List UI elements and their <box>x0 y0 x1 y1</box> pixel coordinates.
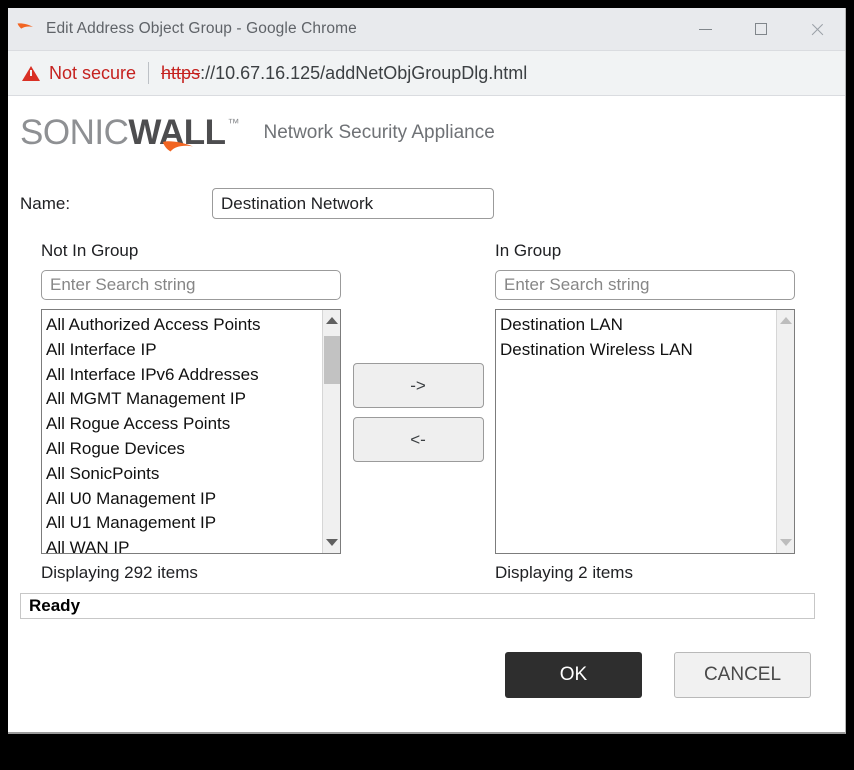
in-group-panel: In Group Destination LANDestination Wire… <box>495 241 795 583</box>
maximize-icon <box>755 23 767 35</box>
transfer-panels: Not In Group All Authorized Access Point… <box>8 241 845 583</box>
not-in-group-list[interactable]: All Authorized Access Points All Interfac… <box>42 310 322 553</box>
in-group-title: In Group <box>495 241 562 260</box>
not-in-group-search-input[interactable] <box>41 270 341 300</box>
maximize-button[interactable] <box>733 8 789 50</box>
ok-button[interactable]: OK <box>505 652 642 698</box>
not-in-group-title: Not In Group <box>41 241 139 260</box>
brand-header: SONIC WALL ™ Network Security Appliance <box>8 96 845 152</box>
status-bar: Ready <box>20 593 815 619</box>
warning-triangle-icon <box>22 65 40 81</box>
in-group-scrollbar[interactable] <box>776 310 794 553</box>
list-item[interactable]: All SonicPoints <box>46 462 322 487</box>
sonicwall-swoosh-icon <box>16 19 36 39</box>
name-label: Name: <box>20 193 71 213</box>
in-group-search-input[interactable] <box>495 270 795 300</box>
dialog-footer: OK CANCEL <box>8 652 845 698</box>
logo-trademark: ™ <box>227 116 240 130</box>
sonicwall-logo: SONIC WALL ™ <box>20 113 240 153</box>
list-item[interactable]: All MGMT Management IP <box>46 387 322 412</box>
transfer-button-group: -> <- <box>341 241 495 462</box>
status-text: Ready <box>29 596 81 615</box>
security-status-label: Not secure <box>49 62 137 83</box>
window-title: Edit Address Object Group - Google Chrom… <box>46 20 357 37</box>
browser-window: Edit Address Object Group - Google Chrom… <box>8 8 846 734</box>
add-to-group-button[interactable]: -> <box>352 363 484 408</box>
list-item[interactable]: All Rogue Access Points <box>46 412 322 437</box>
in-group-listbox[interactable]: Destination LAN Destination Wireless LAN <box>495 309 795 554</box>
name-row: Name: <box>8 188 845 219</box>
in-group-count: Displaying 2 items <box>495 563 633 582</box>
page-content: SONIC WALL ™ Network Security Appliance N… <box>8 96 845 732</box>
remove-from-group-button[interactable]: <- <box>352 417 484 462</box>
list-item[interactable]: All U0 Management IP <box>46 487 322 512</box>
logo-text-wall: WALL <box>128 113 226 152</box>
list-item[interactable]: Destination Wireless LAN <box>500 338 776 363</box>
url-divider <box>148 62 150 84</box>
list-item[interactable]: All Interface IPv6 Addresses <box>46 363 322 388</box>
logo-text-sonic: SONIC <box>20 113 129 152</box>
url-text: ://10.67.16.125/addNetObjGroupDlg.html <box>200 62 528 83</box>
list-item[interactable]: All U1 Management IP <box>46 511 322 536</box>
scroll-up-arrow-icon[interactable] <box>325 317 338 324</box>
scroll-up-arrow-icon[interactable] <box>779 317 792 324</box>
list-item[interactable]: All WAN IP <box>46 536 322 553</box>
minimize-icon <box>698 28 712 30</box>
scrollbar-thumb[interactable] <box>324 336 340 384</box>
cancel-button[interactable]: CANCEL <box>674 652 811 698</box>
minimize-button[interactable] <box>677 8 733 50</box>
not-in-group-listbox[interactable]: All Authorized Access Points All Interfac… <box>41 309 341 554</box>
scroll-down-arrow-icon[interactable] <box>325 539 338 546</box>
name-input[interactable] <box>212 188 494 219</box>
close-icon <box>810 22 825 37</box>
brand-subtitle: Network Security Appliance <box>263 122 495 143</box>
list-item[interactable]: All Rogue Devices <box>46 437 322 462</box>
not-in-group-panel: Not In Group All Authorized Access Point… <box>41 241 341 583</box>
close-button[interactable] <box>789 8 845 50</box>
url-scheme: https <box>161 62 201 83</box>
window-controls <box>677 8 845 50</box>
scroll-down-arrow-icon[interactable] <box>779 539 792 546</box>
not-in-group-count: Displaying 292 items <box>41 563 198 582</box>
not-in-group-scrollbar[interactable] <box>322 310 340 553</box>
list-item[interactable]: All Authorized Access Points <box>46 313 322 338</box>
list-item[interactable]: Destination LAN <box>500 313 776 338</box>
url-bar[interactable]: Not secure https://10.67.16.125/addNetOb… <box>8 51 845 96</box>
window-titlebar: Edit Address Object Group - Google Chrom… <box>8 8 845 51</box>
in-group-list[interactable]: Destination LAN Destination Wireless LAN <box>496 310 776 553</box>
list-item[interactable]: All Interface IP <box>46 338 322 363</box>
